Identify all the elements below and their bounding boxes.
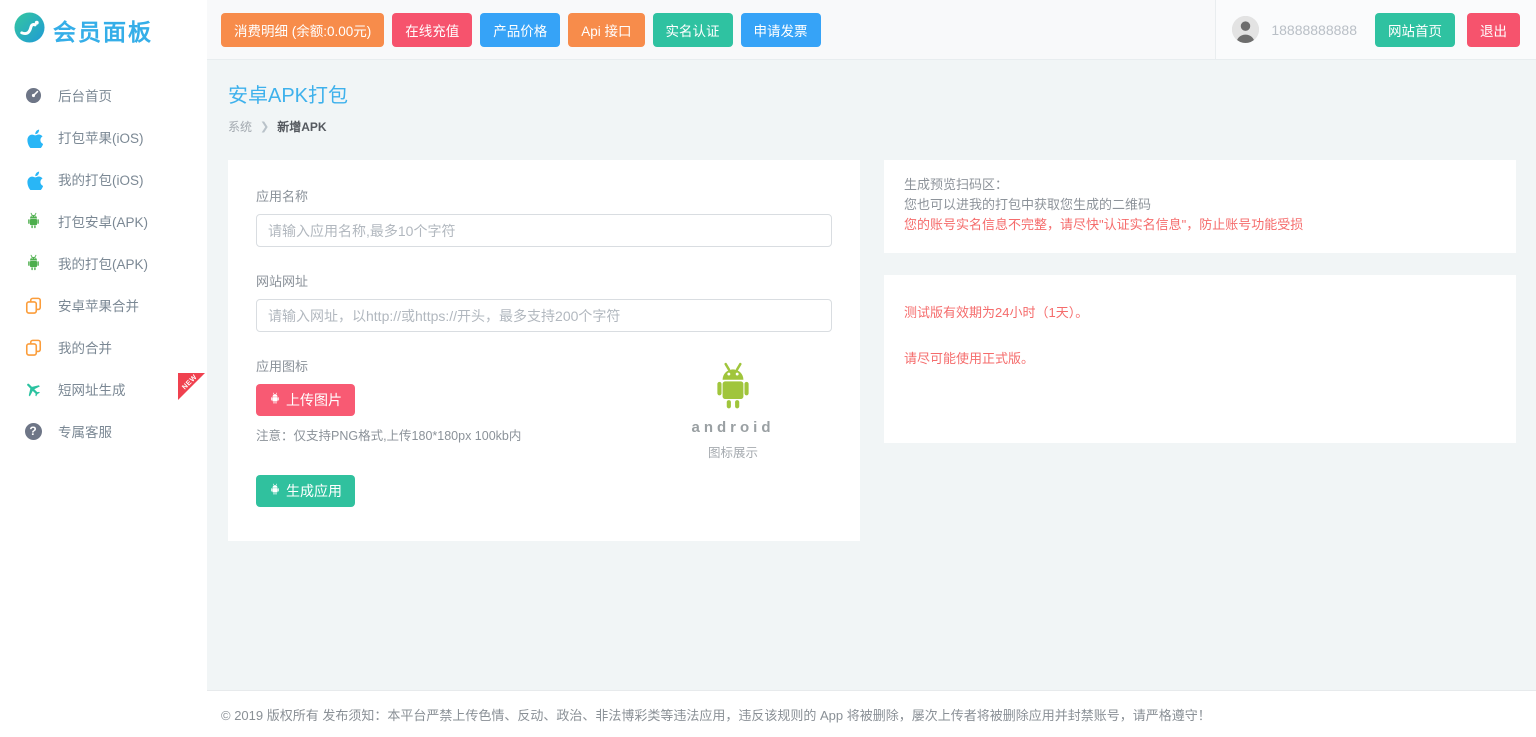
sidebar-item-support[interactable]: ? 专属客服 bbox=[0, 410, 207, 452]
sidebar-item-label: 打包苹果(iOS) bbox=[58, 127, 144, 147]
brand: 会员面板 bbox=[0, 0, 207, 60]
trial-notice-card: 测试版有效期为24小时（1天）。 请尽可能使用正式版。 bbox=[884, 275, 1516, 443]
sidebar-item-label: 后台首页 bbox=[58, 85, 112, 105]
product-price-button[interactable]: 产品价格 bbox=[480, 13, 560, 47]
footer: © 2019 版权所有 发布须知：本平台严禁上传色情、反动、政治、非法博彩类等违… bbox=[207, 690, 1536, 737]
brand-logo-icon bbox=[14, 12, 45, 48]
copy-icon bbox=[23, 337, 43, 357]
sidebar-item-short-url[interactable]: 短网址生成 NEW bbox=[0, 368, 207, 410]
content-column: 消费明细 (余额:0.00元) 在线充值 产品价格 Api 接口 实名认证 申请… bbox=[207, 0, 1536, 737]
question-icon: ? bbox=[23, 421, 43, 441]
user-phone: 18888888888 bbox=[1271, 22, 1357, 38]
apple-icon bbox=[23, 127, 43, 147]
sidebar-item-my-pack-ios[interactable]: 我的打包(iOS) bbox=[0, 158, 207, 200]
copy-icon bbox=[23, 295, 43, 315]
generate-app-button[interactable]: 生成应用 bbox=[256, 475, 355, 507]
sidebar-item-label: 短网址生成 bbox=[58, 379, 126, 399]
sidebar-item-dashboard[interactable]: 后台首页 bbox=[0, 74, 207, 116]
qr-preview-card: 生成预览扫码区： 您也可以进我的打包中获取您生成的二维码 您的账号实名信息不完整… bbox=[884, 160, 1516, 253]
sidebar-item-label: 我的打包(iOS) bbox=[58, 169, 144, 189]
sidebar-item-my-pack-apk[interactable]: 我的打包(APK) bbox=[0, 242, 207, 284]
apk-form-card: 应用名称 网站网址 应用图标 上传图片 bbox=[228, 160, 860, 541]
apple-icon bbox=[23, 169, 43, 189]
realname-warning-text: 您的账号实名信息不完整，请尽快"认证实名信息"，防止账号功能受损 bbox=[904, 215, 1496, 235]
topbar-user-area: 18888888888 网站首页 退出 bbox=[1215, 0, 1536, 59]
sidebar-item-label: 专属客服 bbox=[58, 421, 112, 441]
invoice-button[interactable]: 申请发票 bbox=[741, 13, 821, 47]
sidebar-item-merge[interactable]: 安卓苹果合并 bbox=[0, 284, 207, 326]
android-robot-icon bbox=[708, 399, 758, 416]
sidebar-item-label: 打包安卓(APK) bbox=[58, 211, 148, 231]
realname-auth-button[interactable]: 实名认证 bbox=[653, 13, 733, 47]
android-wordmark: android bbox=[668, 419, 798, 436]
upload-image-button[interactable]: 上传图片 bbox=[256, 384, 355, 416]
app-name-label: 应用名称 bbox=[256, 186, 832, 205]
android-logo-preview: android 图标展示 bbox=[668, 360, 798, 461]
notice-line-2: 请尽可能使用正式版。 bbox=[904, 348, 1496, 367]
dashboard-icon bbox=[23, 85, 43, 105]
sidebar-item-pack-ios[interactable]: 打包苹果(iOS) bbox=[0, 116, 207, 158]
main-content: 安卓APK打包 系统 ❯ 新增APK 应用名称 网站网址 bbox=[207, 60, 1536, 690]
preview-line-1: 生成预览扫码区： bbox=[904, 175, 1496, 195]
logout-button[interactable]: 退出 bbox=[1467, 13, 1520, 47]
app-window: 会员面板 后台首页 打包苹果(iOS) bbox=[0, 0, 1536, 737]
topbar: 消费明细 (余额:0.00元) 在线充值 产品价格 Api 接口 实名认证 申请… bbox=[207, 0, 1536, 60]
android-icon bbox=[269, 483, 281, 499]
android-icon bbox=[269, 392, 281, 408]
sidebar: 会员面板 后台首页 打包苹果(iOS) bbox=[0, 0, 207, 737]
consume-detail-button[interactable]: 消费明细 (余额:0.00元) bbox=[221, 13, 384, 47]
recharge-button[interactable]: 在线充值 bbox=[392, 13, 472, 47]
page-title: 安卓APK打包 bbox=[228, 79, 1516, 108]
site-url-label: 网站网址 bbox=[256, 271, 832, 290]
android-icon bbox=[23, 211, 43, 231]
sidebar-item-label: 安卓苹果合并 bbox=[58, 295, 139, 315]
preview-line-2: 您也可以进我的打包中获取您生成的二维码 bbox=[904, 195, 1496, 215]
site-url-input[interactable] bbox=[256, 299, 832, 332]
right-panel-column: 生成预览扫码区： 您也可以进我的打包中获取您生成的二维码 您的账号实名信息不完整… bbox=[884, 160, 1516, 443]
icon-preview-caption: 图标展示 bbox=[668, 442, 798, 461]
brand-title: 会员面板 bbox=[53, 13, 153, 47]
breadcrumb: 系统 ❯ 新增APK bbox=[228, 118, 1516, 135]
sidebar-item-label: 我的合并 bbox=[58, 337, 112, 357]
user-avatar[interactable] bbox=[1232, 16, 1259, 43]
breadcrumb-current: 新增APK bbox=[277, 118, 326, 135]
sidebar-item-label: 我的打包(APK) bbox=[58, 253, 148, 273]
app-name-input[interactable] bbox=[256, 214, 832, 247]
breadcrumb-root[interactable]: 系统 bbox=[228, 118, 252, 135]
site-home-button[interactable]: 网站首页 bbox=[1375, 13, 1455, 47]
chevron-right-icon: ❯ bbox=[260, 120, 269, 133]
android-icon bbox=[23, 253, 43, 273]
notice-line-1: 测试版有效期为24小时（1天）。 bbox=[904, 302, 1496, 321]
new-ribbon-badge: NEW bbox=[178, 373, 205, 400]
sidebar-item-my-merge[interactable]: 我的合并 bbox=[0, 326, 207, 368]
sidebar-item-pack-apk[interactable]: 打包安卓(APK) bbox=[0, 200, 207, 242]
plane-icon bbox=[23, 379, 43, 399]
sidebar-menu: 后台首页 打包苹果(iOS) 我的打包(iOS) 打包安卓(APK) bbox=[0, 60, 207, 452]
api-button[interactable]: Api 接口 bbox=[568, 13, 644, 47]
copyright-text: © 2019 版权所有 发布须知：本平台严禁上传色情、反动、政治、非法博彩类等违… bbox=[221, 705, 1211, 724]
